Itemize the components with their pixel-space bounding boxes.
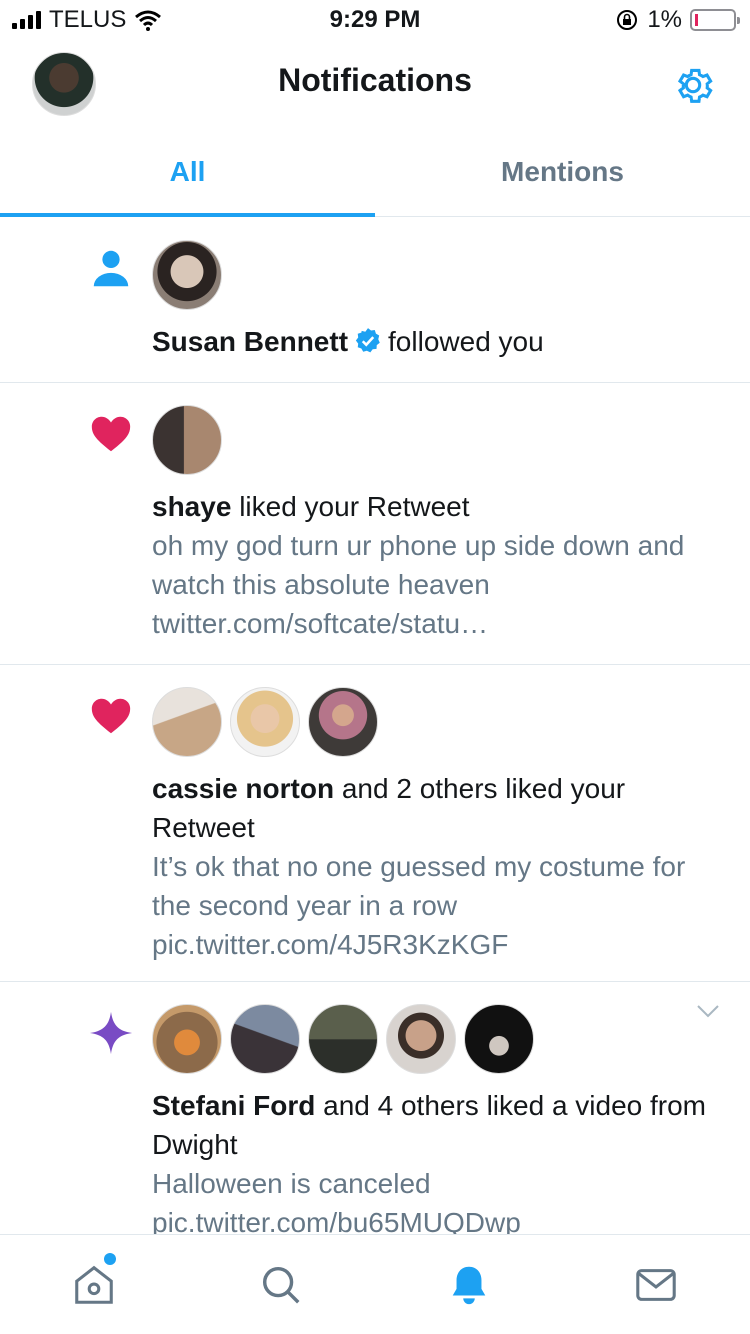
nav-search[interactable] [188,1235,376,1334]
avatar[interactable] [152,405,222,475]
avatar[interactable] [230,1004,300,1074]
actor-name[interactable]: cassie norton [152,773,334,804]
tweet-snippet[interactable]: oh my god turn ur phone up side down and… [152,526,712,643]
avatar-group [152,687,720,757]
chevron-down-icon[interactable] [696,1004,720,1018]
status-bar: TELUS 9:29 PM 1% [0,0,750,40]
tab-all[interactable]: All [0,130,375,217]
avatar[interactable] [308,1004,378,1074]
notification-text: Stefani Ford and 4 others liked a video … [152,1086,720,1164]
tweet-snippet[interactable]: Halloween is canceled pic.twitter.com/bu… [152,1164,692,1234]
notification-text: cassie norton and 2 others liked your Re… [152,769,720,847]
gear-icon[interactable] [670,62,716,108]
notification-item[interactable]: Susan Bennett followed you [0,218,750,383]
notification-text: Susan Bennett followed you [152,322,720,361]
nav-notifications[interactable] [375,1235,563,1334]
nav-messages[interactable] [563,1235,750,1334]
actor-name[interactable]: shaye [152,491,231,522]
actor-name[interactable]: Stefani Ford [152,1090,315,1121]
avatar-group [152,240,720,310]
home-icon[interactable] [71,1262,117,1308]
page-title: Notifications [278,62,472,98]
battery-icon [690,9,740,31]
notification-item[interactable]: Stefani Ford and 4 others liked a video … [0,982,750,1234]
heart-icon [91,698,131,734]
notification-item[interactable]: shaye liked your Retweet oh my god turn … [0,383,750,665]
tweet-snippet[interactable]: It’s ok that no one guessed my costume f… [152,847,712,964]
avatar[interactable] [152,1004,222,1074]
action-text: followed you [388,326,544,357]
action-text: liked your Retweet [239,491,470,522]
avatar-group [152,405,720,475]
home-badge [104,1253,116,1265]
notification-item[interactable]: cassie norton and 2 others liked your Re… [0,665,750,982]
avatar[interactable] [464,1004,534,1074]
tab-bar: All Mentions [0,130,750,217]
mail-icon[interactable] [633,1262,679,1308]
status-right: 1% [615,6,740,34]
battery-percent: 1% [647,6,682,33]
actor-name[interactable]: Susan Bennett [152,326,348,357]
avatar[interactable] [308,687,378,757]
sparkle-icon [89,1011,133,1055]
avatar[interactable] [152,687,222,757]
avatar[interactable] [230,687,300,757]
verified-badge-icon [355,328,380,353]
bottom-nav [0,1234,750,1334]
nav-home[interactable] [0,1235,188,1334]
notification-text: shaye liked your Retweet [152,487,720,526]
bell-icon[interactable] [446,1262,492,1308]
avatar-group [152,1004,720,1074]
search-icon[interactable] [258,1262,304,1308]
header: Notifications [0,40,750,130]
tab-mentions[interactable]: Mentions [375,130,750,216]
heart-icon [91,416,131,452]
avatar[interactable] [386,1004,456,1074]
notification-list: Susan Bennett followed you shaye liked yo… [0,218,750,1234]
avatar[interactable] [152,240,222,310]
orientation-lock-icon [617,10,638,30]
follow-person-icon [93,250,129,287]
